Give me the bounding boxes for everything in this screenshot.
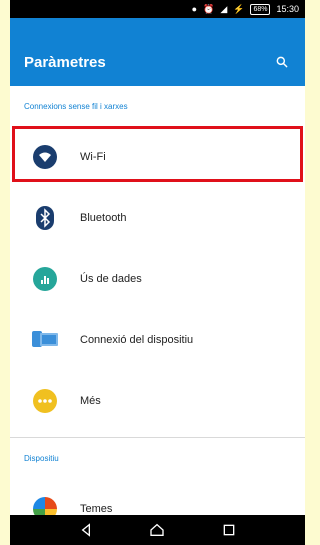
- settings-item-wifi[interactable]: Wi-Fi: [10, 126, 305, 187]
- do-not-disturb-icon: ●: [191, 3, 198, 14]
- back-icon[interactable]: [78, 522, 94, 538]
- settings-item-label: Més: [80, 394, 101, 407]
- home-icon[interactable]: [149, 522, 165, 538]
- app-bar: Paràmetres: [10, 38, 305, 86]
- status-bar: ● ⏰ ◢ ⚡ 68% 15:30: [10, 0, 305, 38]
- settings-list: Connexions sense fil i xarxes Wi-Fi Blue…: [10, 86, 305, 539]
- navigation-bar: [10, 515, 305, 545]
- signal-icon: ◢: [220, 3, 228, 14]
- settings-item-label: Connexió del dispositiu: [80, 333, 194, 346]
- status-time: 15:30: [276, 3, 299, 14]
- settings-item-label: Ús de dades: [80, 272, 142, 285]
- more-icon: [10, 388, 80, 413]
- battery-icon: 68%: [250, 3, 271, 15]
- search-icon[interactable]: [273, 53, 291, 71]
- charging-icon: ⚡: [233, 3, 245, 14]
- section-header-wireless: Connexions sense fil i xarxes: [24, 101, 128, 111]
- page-title: Paràmetres: [24, 53, 106, 71]
- bluetooth-icon: [10, 205, 80, 230]
- alarm-icon: ⏰: [203, 3, 215, 14]
- settings-item-bluetooth[interactable]: Bluetooth: [10, 187, 305, 248]
- settings-item-device-connection[interactable]: Connexió del dispositiu: [10, 309, 305, 370]
- settings-item-data-usage[interactable]: Ús de dades: [10, 248, 305, 309]
- phone-screen: ● ⏰ ◢ ⚡ 68% 15:30 Paràmetres Connexions …: [10, 0, 305, 545]
- highlight-box: [12, 126, 303, 182]
- section-header-device: Dispositiu: [24, 453, 59, 463]
- settings-item-label: Bluetooth: [80, 211, 127, 224]
- settings-item-label: Temes: [80, 502, 113, 515]
- device-connection-icon: [10, 329, 80, 351]
- recents-icon[interactable]: [221, 522, 237, 538]
- data-usage-icon: [10, 266, 80, 291]
- status-bar-top: ● ⏰ ◢ ⚡ 68% 15:30: [10, 0, 305, 18]
- settings-item-more[interactable]: Més: [10, 370, 305, 431]
